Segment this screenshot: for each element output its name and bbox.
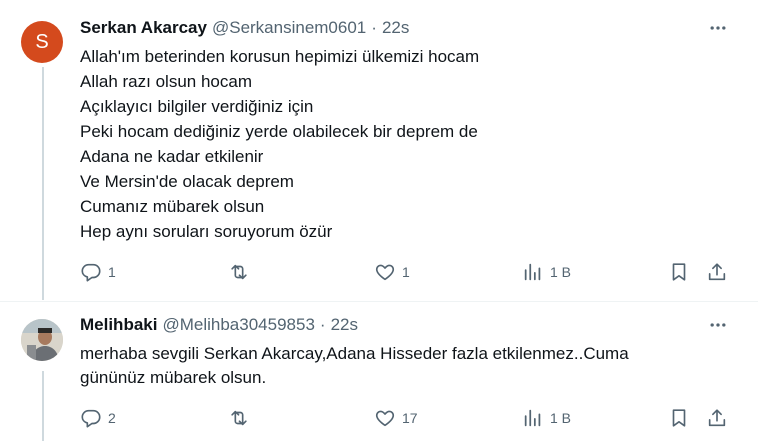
tweet-line: Hep aynı soruları soruyorum özür xyxy=(80,222,333,241)
tweet-header: Melihbaki @Melihba30459853 · 22s xyxy=(80,315,358,335)
separator-dot: · xyxy=(371,18,377,37)
tweet-line: Cumanız mübarek olsun xyxy=(80,197,265,216)
action-bar: 2 17 1 B xyxy=(0,406,758,430)
user-handle[interactable]: @Melihba30459853 xyxy=(162,315,314,335)
like-icon xyxy=(375,264,395,281)
profile-photo xyxy=(21,319,63,361)
share-icon xyxy=(708,409,726,427)
display-name[interactable]: Serkan Akarcay xyxy=(80,18,207,38)
repost-button[interactable] xyxy=(228,260,256,284)
tweet-line: Ve Mersin'de olacak deprem xyxy=(80,172,294,191)
tweet-line: Allah razı olsun hocam xyxy=(80,72,252,91)
timestamp[interactable]: 22s xyxy=(382,18,409,38)
like-button[interactable]: 1 xyxy=(374,260,410,284)
share-button[interactable] xyxy=(706,406,728,430)
separator-dot: · xyxy=(319,315,326,334)
bookmark-icon xyxy=(672,263,686,281)
action-bar: 1 1 1 B xyxy=(0,260,758,284)
views-count: 1 B xyxy=(550,264,572,280)
tweet-line: Adana ne kadar etkilenir xyxy=(80,147,264,166)
avatar-letter: S xyxy=(35,30,49,53)
share-button[interactable] xyxy=(706,260,728,284)
like-count: 17 xyxy=(402,410,418,426)
tweet-text: merhaba sevgili Serkan Akarcay,Adana His… xyxy=(80,342,720,390)
reply-icon xyxy=(81,409,101,428)
tweet-line: Peki hocam dediğiniz yerde olabilecek bi… xyxy=(80,122,478,141)
bookmark-button[interactable] xyxy=(668,406,690,430)
bookmark-button[interactable] xyxy=(668,260,690,284)
like-button[interactable]: 17 xyxy=(374,406,418,430)
tweet-text: Allah'ım beterinden korusun hepimizi ülk… xyxy=(80,44,720,244)
tweet-line: gününüz mübarek olsun. xyxy=(80,368,267,387)
reply-button[interactable]: 1 xyxy=(80,260,116,284)
user-handle[interactable]: @Serkansinem0601 xyxy=(212,18,366,38)
more-icon[interactable] xyxy=(708,18,728,38)
bookmark-icon xyxy=(672,409,686,427)
like-icon xyxy=(375,410,395,427)
repost-icon xyxy=(231,264,247,280)
share-icon xyxy=(708,263,726,281)
timestamp[interactable]: 22s xyxy=(331,315,358,335)
tweet-line: Allah'ım beterinden korusun hepimizi ülk… xyxy=(80,47,480,66)
avatar[interactable] xyxy=(21,319,63,361)
reply-count: 2 xyxy=(108,410,116,426)
views-count: 1 B xyxy=(550,410,572,426)
more-icon[interactable] xyxy=(708,315,728,335)
views-button[interactable]: 1 B xyxy=(522,260,571,284)
repost-icon xyxy=(231,410,247,426)
tweet-line: Açıklayıcı bilgiler verdiğiniz için xyxy=(80,97,314,116)
views-icon xyxy=(524,409,541,427)
display-name[interactable]: Melihbaki xyxy=(80,315,157,335)
avatar[interactable]: S xyxy=(21,21,63,63)
like-count: 1 xyxy=(402,264,410,280)
views-icon xyxy=(524,263,541,281)
repost-button[interactable] xyxy=(228,406,256,430)
reply-button[interactable]: 2 xyxy=(80,406,116,430)
reply-icon xyxy=(81,263,101,282)
tweet-line: merhaba sevgili Serkan Akarcay,Adana His… xyxy=(80,344,629,363)
views-button[interactable]: 1 B xyxy=(522,406,571,430)
reply-count: 1 xyxy=(108,264,116,280)
tweet-header: Serkan Akarcay @Serkansinem0601 · 22s xyxy=(80,18,409,38)
